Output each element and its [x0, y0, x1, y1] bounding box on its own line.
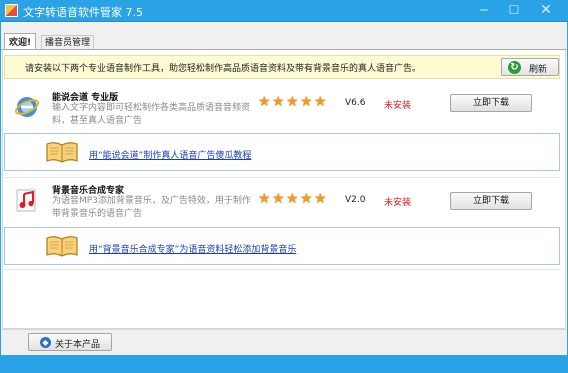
tab-welcome[interactable]: 欢迎! [4, 33, 37, 50]
product-version: V2.0 [345, 195, 366, 205]
star-icon: ★ [258, 94, 271, 110]
star-icon: ★ [286, 94, 299, 110]
star-icon: ★ [300, 94, 313, 110]
star-icon: ★ [314, 94, 327, 110]
about-label: 关于本产品 [55, 340, 101, 350]
section-divider [4, 177, 560, 178]
star-icon: ★ [272, 94, 285, 110]
window-border-bottom [0, 355, 568, 373]
open-book-icon [46, 142, 78, 163]
product-version: V6.6 [345, 98, 366, 108]
tab-strip: 欢迎! 播音员管理 [1, 23, 567, 50]
star-icon: ★ [314, 191, 327, 207]
star-icon: ★ [258, 191, 271, 207]
tutorial-box-background-music: 用“背景音乐合成专家”为语音资料轻松添加背景音乐 [4, 227, 560, 265]
product-description: 为语音MP3添加背景音乐，及广告特效，用于制作带背景音乐的语音广告 [52, 196, 251, 219]
download-button[interactable]: 立即下载 [450, 192, 532, 210]
refresh-button[interactable]: ↻ 刷新 [501, 58, 559, 76]
product-description: 输入文字内容即可轻松制作各类高品质语音音频资料，甚至真人语音广告 [52, 103, 251, 126]
tutorial-link[interactable]: 用“背景音乐合成专家”为语音资料轻松添加背景音乐 [89, 242, 296, 255]
tutorial-link[interactable]: 用“能说会道”制作真人语音广告傻瓜教程 [89, 148, 251, 161]
rating-stars: ★★★★★ [258, 191, 328, 207]
close-button[interactable]: ✕ [532, 0, 560, 22]
minimize-button[interactable]: ─ [470, 0, 498, 22]
maximize-button[interactable]: ☐ [500, 0, 528, 22]
install-status: 未安装 [384, 198, 412, 208]
about-button[interactable]: ◆ 关于本产品 [28, 333, 112, 351]
window-title: 文字转语音软件管家 7.5 [23, 6, 143, 19]
refresh-icon: ↻ [508, 61, 521, 74]
rating-stars: ★★★★★ [258, 94, 328, 110]
app-icon [5, 4, 18, 17]
install-status: 未安装 [384, 101, 412, 111]
open-book-icon [46, 236, 78, 257]
tutorial-box-nengshuohuidao: 用“能说会道”制作真人语音广告傻瓜教程 [4, 133, 560, 171]
download-button[interactable]: 立即下载 [450, 94, 532, 112]
star-icon: ★ [272, 191, 285, 207]
ie-globe-icon [14, 97, 40, 117]
refresh-label: 刷新 [529, 65, 548, 75]
notice-text: 请安装以下两个专业语音制作工具，助您轻松制作高品质语音资料及带有背景音乐的真人语… [25, 64, 422, 74]
title-bar: 文字转语音软件管家 7.5 ─ ☐ ✕ [0, 0, 568, 22]
star-icon: ★ [286, 191, 299, 207]
window-border-left [0, 22, 1, 355]
star-icon: ★ [300, 191, 313, 207]
product-row-background-music: 背景音乐合成专家 为语音MP3添加背景音乐，及广告特效，用于制作带背景音乐的语音… [4, 183, 560, 233]
tab-announcer-management[interactable]: 播音员管理 [41, 35, 95, 50]
section-divider [4, 269, 560, 270]
music-note-icon [16, 189, 36, 212]
info-icon: ◆ [40, 337, 51, 348]
